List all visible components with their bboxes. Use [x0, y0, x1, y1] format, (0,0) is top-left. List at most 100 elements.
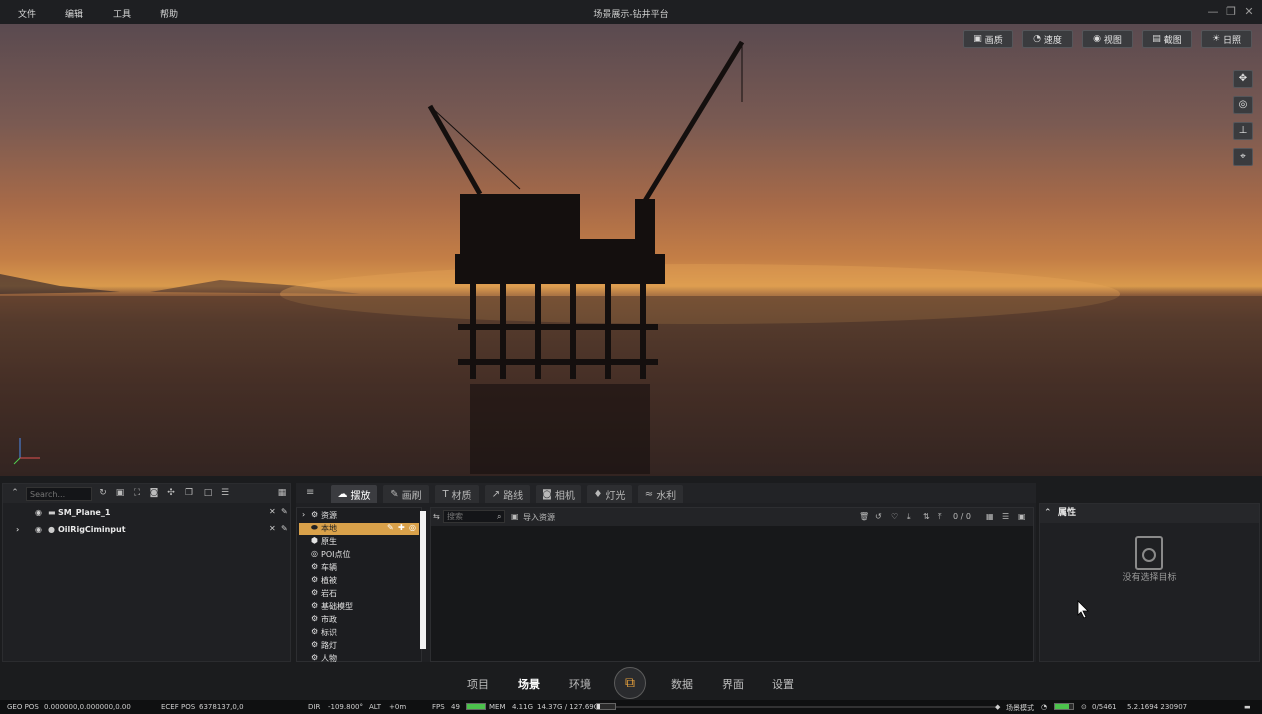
menu-toggle-icon[interactable]: ≡: [306, 487, 314, 498]
nav-interface[interactable]: 界面: [722, 676, 744, 692]
add-icon[interactable]: ✚: [398, 523, 405, 532]
sun-icon: ☀: [1211, 34, 1221, 44]
tree-item[interactable]: ⚙ 路灯: [299, 640, 419, 652]
nav-environment[interactable]: 环境: [569, 676, 591, 692]
delete-icon[interactable]: 🗑: [859, 512, 869, 521]
disk-bar: [596, 703, 616, 710]
axis-icon[interactable]: ⊥: [1233, 122, 1253, 140]
remove-icon[interactable]: ✕: [269, 507, 276, 516]
mem-value: 4.11G: [512, 703, 534, 711]
tree-item[interactable]: ⚙ 车辆: [299, 562, 419, 574]
target-icon[interactable]: ◎: [409, 523, 416, 532]
screenshot-button[interactable]: ▤ 截图: [1142, 30, 1192, 48]
filter-icon[interactable]: ⇆: [433, 512, 440, 521]
tree-item[interactable]: ⬢ 原生: [299, 536, 419, 548]
asset-search-input[interactable]: [443, 510, 505, 523]
sunlight-button[interactable]: ☀ 日照: [1201, 30, 1252, 48]
menu-help[interactable]: 帮助: [160, 7, 178, 20]
sort-down-icon[interactable]: ⤓: [907, 512, 911, 522]
list-view-icon[interactable]: ☰: [1002, 512, 1009, 521]
nav-scene[interactable]: 场景: [518, 676, 540, 692]
tree-item-selected[interactable]: ⬬ 本地 ✎ ✚ ◎: [299, 523, 419, 535]
minimize-icon[interactable]: —: [1206, 5, 1220, 19]
asset-content-area[interactable]: ⇆ ⌕ ▣ 导入资源 🗑 ↺ ♡ ⤓ ⇅ ⤒ 0 / 0 ▦ ☰ ▣: [430, 507, 1034, 662]
menu-edit[interactable]: 编辑: [65, 7, 83, 20]
panel-icon[interactable]: ▦: [276, 488, 288, 498]
scene-viewport[interactable]: ▣ 画质 ◔ 速度 ◉ 视图 ▤ 截图 ☀ 日照 ✥ ◎ ⊥ ⌖: [0, 24, 1262, 476]
chevron-up-icon[interactable]: ⌃: [1044, 504, 1052, 523]
tree-item[interactable]: ⚙ 标识: [299, 627, 419, 639]
tab-material[interactable]: T 材质: [435, 485, 479, 503]
poi-icon: ◎: [311, 549, 318, 558]
favorite-icon[interactable]: ♡: [891, 512, 898, 521]
tree-scrollbar[interactable]: [420, 511, 426, 649]
load-bar: [1054, 703, 1074, 710]
nav-settings[interactable]: 设置: [772, 676, 794, 692]
move-icon[interactable]: ✥: [1233, 70, 1253, 88]
collapse-icon[interactable]: ⌃: [9, 488, 21, 498]
location-icon[interactable]: ⌖: [1233, 148, 1253, 166]
grid-view-icon[interactable]: ▦: [986, 512, 994, 521]
ecef-value: 6378137,0,0: [199, 703, 244, 711]
tab-route[interactable]: ↗ 路线: [485, 485, 530, 503]
copy-icon[interactable]: ❐: [183, 488, 195, 498]
tree-item[interactable]: ⚙ 植被: [299, 575, 419, 587]
speed-button[interactable]: ◔ 速度: [1022, 30, 1073, 48]
restore-icon[interactable]: ❐: [1224, 5, 1238, 19]
tab-camera[interactable]: ◙ 相机: [536, 485, 581, 503]
brush-icon: ✎: [390, 488, 399, 500]
edit-icon[interactable]: ✎: [281, 507, 288, 516]
sort-icon[interactable]: ⇅: [923, 512, 930, 521]
version-text: 5.2.1694 230907: [1127, 703, 1188, 711]
quality-button[interactable]: ▣ 画质: [963, 30, 1013, 48]
eye-icon[interactable]: ◉: [35, 508, 42, 517]
select-icon[interactable]: ▣: [114, 488, 126, 498]
tree-item[interactable]: › ⚙ 资源: [299, 510, 419, 522]
tile-view-icon[interactable]: ▣: [1018, 512, 1026, 521]
outliner-row[interactable]: › ◉ ● OilRigCiminput ✕ ✎: [3, 523, 290, 539]
outliner-row[interactable]: ◉ ▬ SM_Plane_1 ✕ ✎: [3, 506, 290, 522]
remove-icon[interactable]: ✕: [269, 524, 276, 533]
globe-icon[interactable]: ◎: [1233, 96, 1253, 114]
tree-item[interactable]: ◎ POI点位: [299, 549, 419, 561]
refresh-icon[interactable]: ↻: [97, 488, 109, 498]
tree-item[interactable]: ⚙ 岩石: [299, 588, 419, 600]
camera-icon: ◙: [542, 488, 552, 500]
import-label[interactable]: 导入资源: [523, 512, 555, 523]
nav-project[interactable]: 项目: [467, 676, 489, 692]
history-icon[interactable]: ↺: [875, 512, 882, 521]
app-window: 文件 编辑 工具 帮助 场景展示-钻井平台 — ❐ ✕ ▣ 画质 ◔ 速度 ◉ …: [0, 0, 1262, 714]
menu-file[interactable]: 文件: [18, 7, 36, 20]
asset-content-toolbar: ⇆ ⌕ ▣ 导入资源 🗑 ↺ ♡ ⤓ ⇅ ⤒ 0 / 0 ▦ ☰ ▣: [431, 508, 1033, 526]
tab-water[interactable]: ≈ 水利: [638, 485, 683, 503]
search-icon[interactable]: ⌕: [497, 512, 501, 522]
bulb-icon: ♦: [593, 488, 603, 500]
close-icon[interactable]: ✕: [1242, 5, 1256, 19]
tree-item[interactable]: ⚙ 基础模型: [299, 601, 419, 613]
outliner-toolbar: ⌃ ↻ ▣ ⛶ ◙ ✣ ❐ □ ☰ ▦: [3, 484, 290, 503]
edit-icon[interactable]: ✎: [387, 523, 394, 532]
edit-icon[interactable]: ✎: [281, 524, 288, 533]
outliner-search-input[interactable]: [26, 487, 92, 501]
menu-tools[interactable]: 工具: [113, 7, 131, 20]
tab-brush[interactable]: ✎ 画刷: [383, 485, 429, 503]
import-icon[interactable]: ▣: [511, 512, 519, 521]
tab-light[interactable]: ♦ 灯光: [587, 485, 632, 503]
focus-icon[interactable]: ⛶: [131, 488, 143, 498]
native-icon: ⬢: [311, 536, 318, 545]
view-button[interactable]: ◉ 视图: [1082, 30, 1133, 48]
app-logo-icon[interactable]: ⧉: [614, 667, 646, 699]
nav-data[interactable]: 数据: [671, 676, 693, 692]
square-icon[interactable]: □: [202, 488, 214, 498]
local-icon: ⬬: [311, 523, 318, 532]
tab-place[interactable]: ☁ 摆放: [331, 485, 377, 503]
list-icon[interactable]: ☰: [219, 488, 231, 498]
chevron-right-icon[interactable]: ›: [16, 525, 19, 534]
empty-selection-text: 没有选择目标: [1122, 573, 1177, 583]
upload-icon[interactable]: ⤒: [938, 512, 942, 522]
tree-item[interactable]: ⚙ 市政: [299, 614, 419, 626]
camera-icon[interactable]: ◙: [148, 488, 160, 498]
chat-icon[interactable]: ▬: [1244, 703, 1251, 711]
expand-icon[interactable]: ✣: [165, 488, 177, 498]
eye-icon[interactable]: ◉: [35, 525, 42, 534]
